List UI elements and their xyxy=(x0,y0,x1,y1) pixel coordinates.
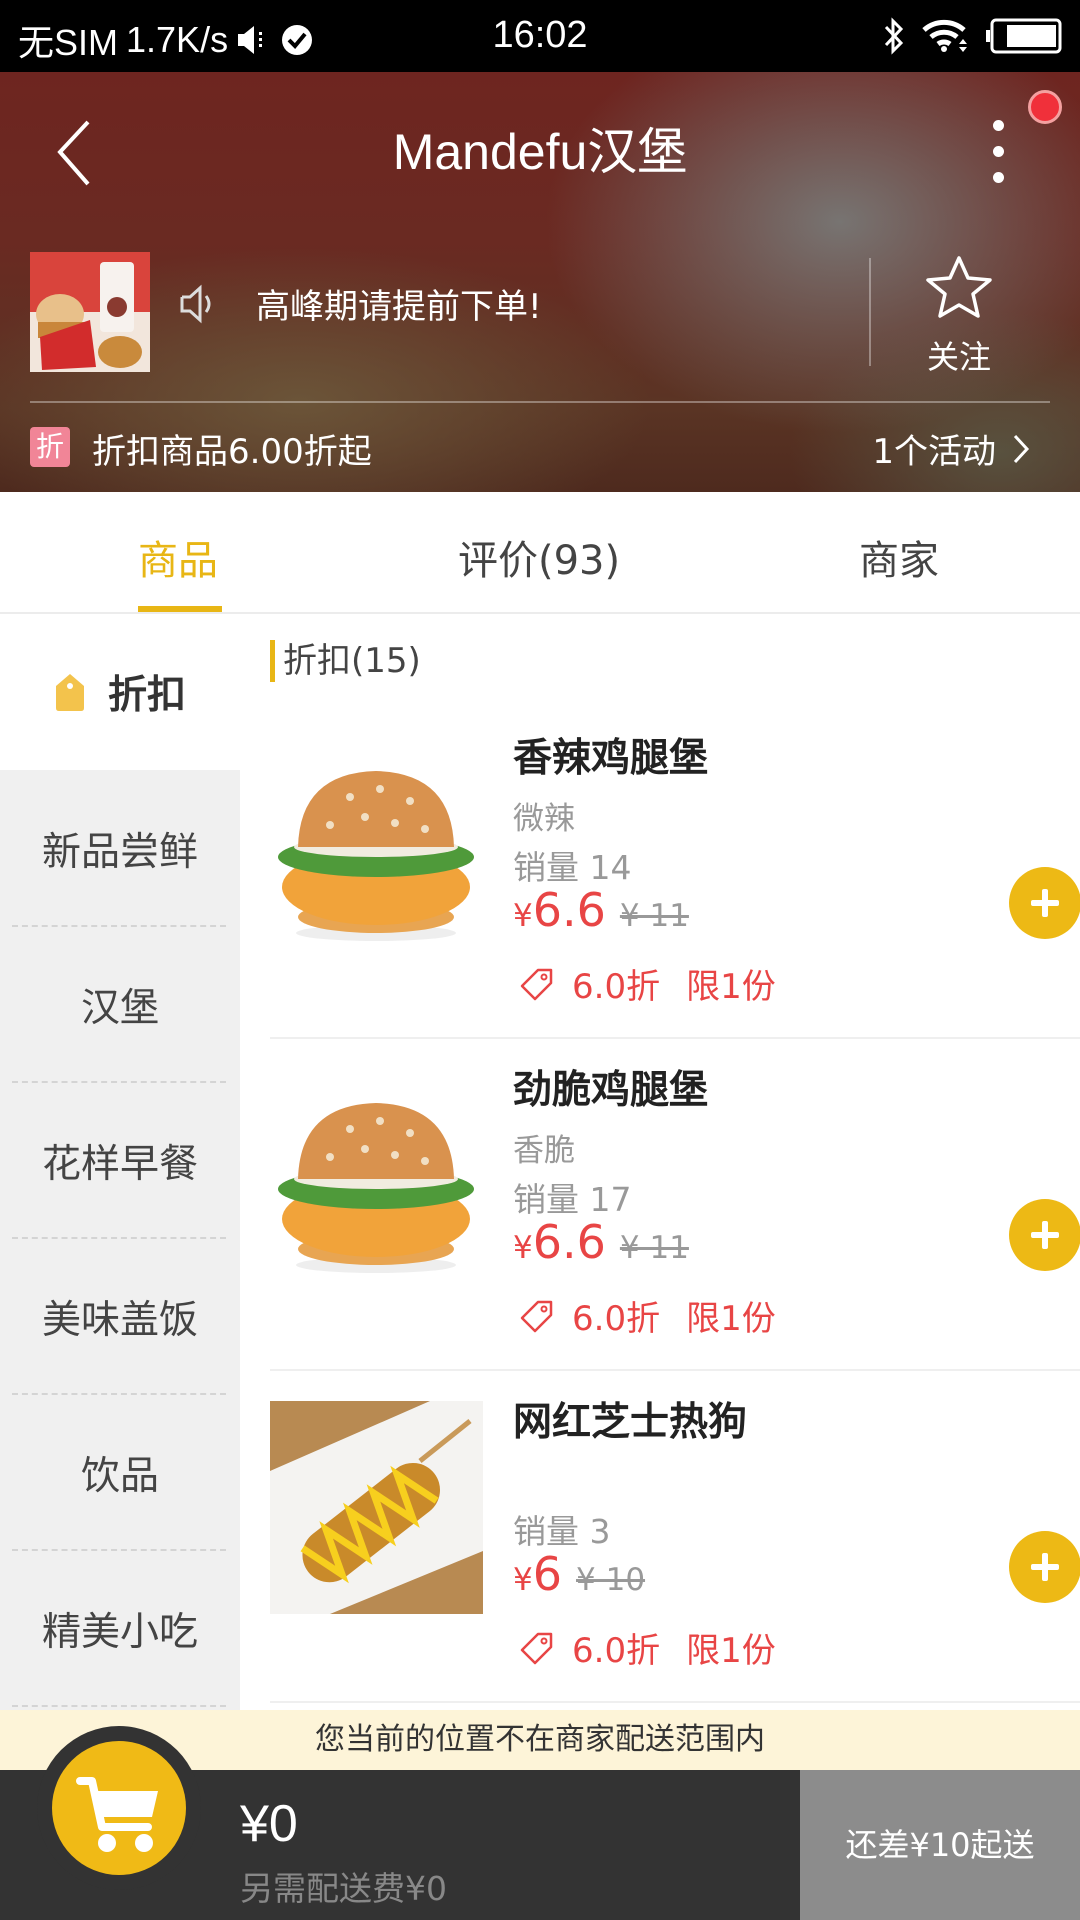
product-price: ¥ 6.6 ¥ 11 xyxy=(513,1215,689,1269)
notification-dot xyxy=(1028,90,1062,124)
price-value: 6 xyxy=(532,1547,563,1601)
product-item[interactable]: 香辣鸡腿堡 微辣 销量 14 ¥ 6.6 ¥ 11 6.0折 限1份 xyxy=(270,707,1080,1039)
burger-illustration xyxy=(278,771,474,941)
purchase-limit: 限1份 xyxy=(686,1299,776,1339)
add-to-cart-button[interactable] xyxy=(1009,1199,1080,1271)
product-discount: 6.0折 限1份 xyxy=(520,959,776,1008)
sidebar-item-breakfast[interactable]: 花样早餐 xyxy=(0,1083,240,1239)
original-price: ¥ 11 xyxy=(619,1230,689,1266)
checkout-button[interactable]: 还差¥10起送 xyxy=(800,1770,1080,1920)
cart-button[interactable] xyxy=(52,1741,186,1875)
header-divider xyxy=(30,401,1050,403)
shop-logo-illustration xyxy=(30,252,150,372)
product-sales: 销量 3 xyxy=(513,1512,611,1551)
follow-button[interactable]: 关注 xyxy=(900,254,1018,384)
price-tag-icon xyxy=(520,968,553,1000)
more-dot-icon xyxy=(993,172,1004,183)
sidebar-item-drinks[interactable]: 饮品 xyxy=(0,1395,240,1551)
discount-rate: 6.0折 xyxy=(572,1299,661,1339)
product-sales: 销量 17 xyxy=(513,1180,632,1219)
product-name: 香辣鸡腿堡 xyxy=(513,736,709,781)
activities-link[interactable]: 1个活动 xyxy=(872,424,1030,473)
status-bar: 无SIM 1.7K/s 16:02 xyxy=(0,0,1080,72)
sidebar-item-label: 花样早餐 xyxy=(41,1142,198,1187)
more-dot-icon xyxy=(993,146,1004,157)
sidebar-item-label: 折扣 xyxy=(107,673,186,718)
price-value: 6.6 xyxy=(532,1215,606,1269)
currency-symbol: ¥ xyxy=(513,1562,533,1598)
product-price: ¥ 6 ¥ 10 xyxy=(513,1547,645,1601)
sidebar-item-burgers[interactable]: 汉堡 xyxy=(0,927,240,1083)
shop-logo-image xyxy=(30,252,150,372)
product-name: 网红芝士热狗 xyxy=(513,1400,748,1445)
add-to-cart-button[interactable] xyxy=(1009,867,1080,939)
activities-label: 1个活动 xyxy=(872,432,996,472)
purchase-limit: 限1份 xyxy=(686,967,776,1007)
product-list: 折扣(15) 香辣鸡腿堡 微辣 销量 14 ¥ 6.6 ¥ 11 6.0折 限1… xyxy=(240,614,1080,1710)
sidebar-item-label: 美味盖饭 xyxy=(41,1298,198,1343)
category-sidebar: 折扣 新品尝鲜 汉堡 花样早餐 美味盖饭 饮品 精美小吃 xyxy=(0,614,240,1710)
price-tag-icon xyxy=(520,1300,553,1332)
tab-products[interactable]: 商品 xyxy=(138,528,218,586)
more-dot-icon xyxy=(993,120,1004,131)
star-icon xyxy=(926,256,992,318)
tab-reviews[interactable]: 评价(93) xyxy=(458,528,620,586)
original-price: ¥ 10 xyxy=(576,1562,646,1598)
product-price: ¥ 6.6 ¥ 11 xyxy=(513,883,689,937)
tag-icon xyxy=(55,674,84,711)
add-to-cart-button[interactable] xyxy=(1009,1531,1080,1603)
sidebar-item-label: 新品尝鲜 xyxy=(41,830,198,875)
corndog-illustration xyxy=(270,1401,483,1614)
promo-text: 折扣商品6.00折起 xyxy=(92,432,372,472)
product-image xyxy=(270,1069,483,1282)
sidebar-item-label: 精美小吃 xyxy=(41,1610,198,1655)
discount-badge: 折 xyxy=(30,427,70,467)
sidebar-item-discount[interactable]: 折扣 xyxy=(0,614,240,770)
original-price: ¥ 11 xyxy=(619,898,689,934)
sidebar-item-label: 汉堡 xyxy=(80,986,159,1031)
currency-symbol: ¥ xyxy=(513,1230,533,1266)
wifi-icon xyxy=(922,19,967,52)
tab-bar: 商品 评价(93) 商家 xyxy=(0,492,1080,614)
shop-title: Mandefu汉堡 xyxy=(392,124,688,180)
sidebar-item-label: 饮品 xyxy=(80,1454,159,1499)
product-item[interactable]: 劲脆鸡腿堡 香脆 销量 17 ¥ 6.6 ¥ 11 6.0折 限1份 xyxy=(270,1039,1080,1371)
product-name: 劲脆鸡腿堡 xyxy=(513,1068,709,1113)
sidebar-item-new[interactable]: 新品尝鲜 xyxy=(0,771,240,927)
currency-symbol: ¥ xyxy=(513,898,533,934)
cart-total: ¥0 xyxy=(240,1795,298,1853)
product-image xyxy=(270,737,483,950)
bluetooth-icon xyxy=(884,17,904,55)
shop-announcement: 高峰期请提前下单! xyxy=(256,287,542,327)
separator xyxy=(12,1705,226,1707)
price-value: 6.6 xyxy=(532,883,606,937)
product-description: 微辣 xyxy=(513,801,575,837)
tab-merchant[interactable]: 商家 xyxy=(859,528,939,586)
section-title: 折扣(15) xyxy=(270,640,421,682)
price-tag-icon xyxy=(520,1632,553,1664)
product-sales: 销量 14 xyxy=(513,848,632,887)
burger-illustration xyxy=(278,1103,474,1273)
shopping-cart-icon xyxy=(76,1777,158,1852)
product-item[interactable]: 网红芝士热狗 销量 3 ¥ 6 ¥ 10 6.0折 限1份 xyxy=(270,1371,1080,1703)
product-discount: 6.0折 限1份 xyxy=(520,1623,776,1672)
sidebar-item-rice[interactable]: 美味盖饭 xyxy=(0,1239,240,1395)
status-right xyxy=(882,14,1062,58)
discount-rate: 6.0折 xyxy=(572,967,661,1007)
more-menu-button[interactable] xyxy=(980,107,1020,187)
divider xyxy=(869,258,871,366)
product-description: 香脆 xyxy=(513,1133,575,1169)
product-image xyxy=(270,1401,483,1614)
product-discount: 6.0折 限1份 xyxy=(520,1291,776,1340)
speaker-icon xyxy=(180,284,211,324)
shop-header: Mandefu汉堡 高峰期请提前下单! 关注 折 折扣商品6.00折起 1个活动 xyxy=(0,72,1080,492)
sidebar-item-snacks[interactable]: 精美小吃 xyxy=(0,1551,240,1707)
active-tab-indicator xyxy=(138,606,222,612)
purchase-limit: 限1份 xyxy=(686,1631,776,1671)
delivery-fee: 另需配送费¥0 xyxy=(240,1869,447,1908)
chevron-right-icon xyxy=(1013,434,1030,463)
follow-label: 关注 xyxy=(926,338,991,376)
battery-icon xyxy=(986,18,1062,54)
discount-rate: 6.0折 xyxy=(572,1631,661,1671)
